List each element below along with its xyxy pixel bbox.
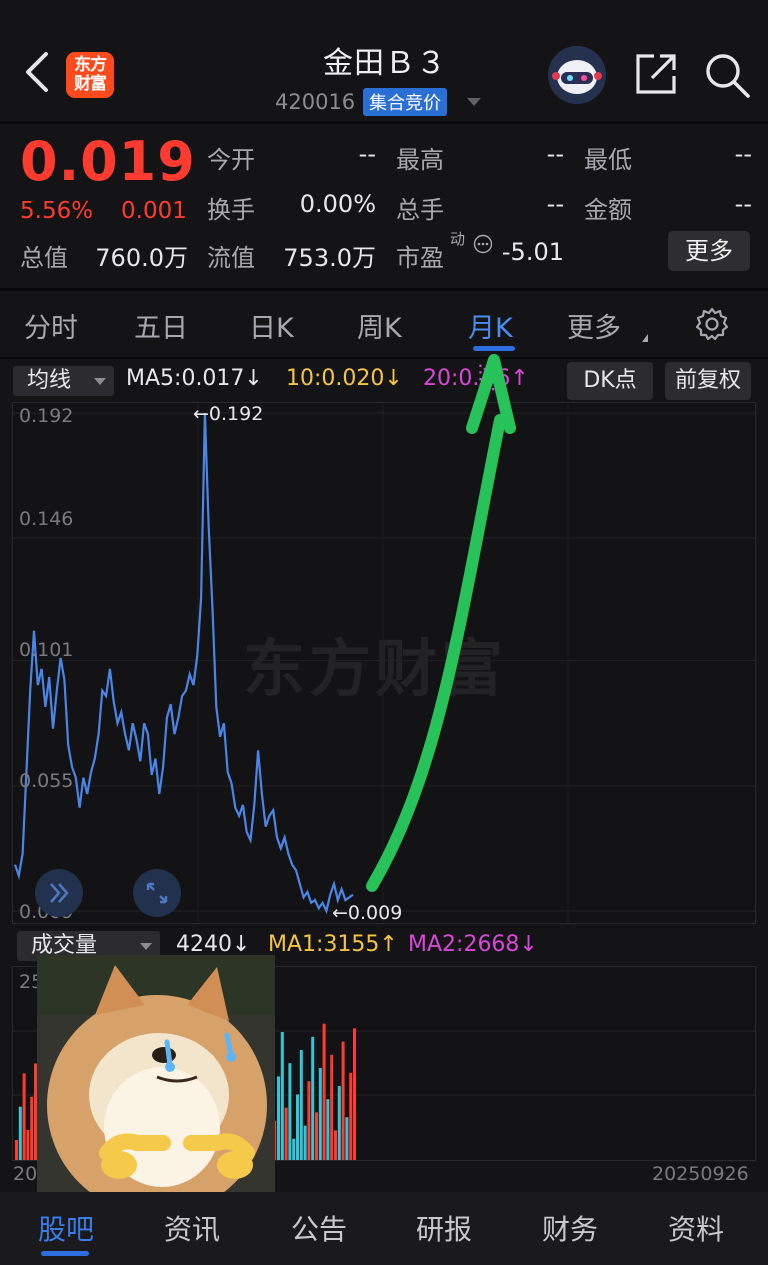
volume-bar xyxy=(337,1086,341,1160)
volume-bar xyxy=(322,1023,326,1160)
volume-bar xyxy=(334,1130,337,1160)
caret-down-icon xyxy=(140,943,152,950)
nav-profile[interactable]: 资料 xyxy=(668,1208,724,1248)
volume-bar xyxy=(280,1032,284,1160)
volume-ma1: MA1:3155↑ xyxy=(268,932,398,957)
volume-bar xyxy=(349,1072,353,1160)
date-end-label: 20250926 xyxy=(652,1163,749,1185)
volume-bar xyxy=(330,1054,334,1160)
volume-bar xyxy=(277,1076,280,1160)
shiba-meme-sticker xyxy=(37,955,275,1192)
volume-bar xyxy=(353,1028,356,1160)
volume-bar xyxy=(26,1130,30,1160)
volume-bar xyxy=(326,1099,330,1160)
volume-bar xyxy=(292,1138,296,1160)
bottom-nav: 股吧 资讯 公告 研报 财务 资料 xyxy=(0,1192,768,1265)
volume-bar xyxy=(22,1073,26,1160)
volume-bar xyxy=(318,1068,322,1160)
volume-bar xyxy=(284,1107,288,1160)
volume-bar xyxy=(341,1041,345,1160)
nav-guba[interactable]: 股吧 xyxy=(38,1208,94,1248)
active-nav-indicator xyxy=(41,1251,89,1256)
volume-bar xyxy=(30,1096,34,1160)
nav-research[interactable]: 研报 xyxy=(416,1208,472,1248)
volume-bar xyxy=(18,1106,22,1160)
volume-bar xyxy=(345,1117,349,1160)
volume-bar xyxy=(315,1112,318,1160)
nav-news[interactable]: 资讯 xyxy=(164,1208,220,1248)
volume-bar xyxy=(311,1036,315,1160)
volume-bar xyxy=(288,1063,292,1160)
volume-bar xyxy=(15,1140,18,1160)
nav-finance[interactable]: 财务 xyxy=(542,1208,598,1248)
nav-announcements[interactable]: 公告 xyxy=(291,1208,347,1248)
date-start-label: 20 xyxy=(13,1163,38,1185)
volume-bar xyxy=(296,1094,299,1160)
volume-value: 4240↓ xyxy=(176,932,251,957)
volume-bar xyxy=(299,1050,303,1160)
volume-ma2: MA2:2668↓ xyxy=(408,932,538,957)
volume-bar xyxy=(303,1125,307,1160)
crying-shiba-icon xyxy=(37,955,275,1192)
volume-bar xyxy=(307,1081,311,1160)
